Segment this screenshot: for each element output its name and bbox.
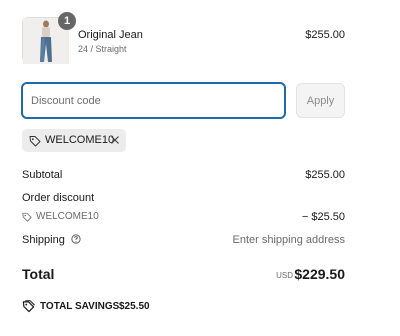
close-icon[interactable] [110, 135, 120, 145]
total-value: $229.50 [294, 266, 345, 282]
discount-code-text: WELCOME10 [36, 211, 99, 222]
discount-code-input[interactable] [21, 82, 286, 119]
order-discount-label: Order discount [22, 192, 95, 204]
product-thumbnail: 1 [22, 12, 76, 64]
tag-icon [22, 212, 32, 222]
line-item: 1 Original Jean 24 / Straight $255.00 [22, 12, 345, 65]
savings-label: TOTAL SAVINGS [40, 301, 120, 312]
help-circle-icon[interactable] [71, 234, 81, 244]
product-variant: 24 / Straight [78, 44, 127, 54]
savings-value: $25.50 [119, 301, 150, 312]
discount-value: − $25.50 [301, 211, 345, 223]
total-label: Total [22, 266, 55, 282]
tag-icon [29, 136, 41, 147]
shipping-label: Shipping [22, 234, 81, 246]
product-price: $255.00 [305, 29, 345, 41]
applied-discount-chip: WELCOME10 [22, 129, 126, 152]
apply-button[interactable]: Apply [296, 83, 345, 118]
quantity-badge: 1 [58, 12, 76, 30]
subtotal-value: $255.00 [305, 169, 345, 181]
product-name: Original Jean [78, 29, 143, 41]
shipping-value: Enter shipping address [232, 234, 345, 246]
shipping-label-text: Shipping [22, 234, 65, 246]
applied-code-label: WELCOME10 [45, 134, 115, 146]
currency-code: USD [276, 271, 293, 280]
tag-icon [22, 300, 35, 313]
subtotal-label: Subtotal [22, 169, 63, 181]
